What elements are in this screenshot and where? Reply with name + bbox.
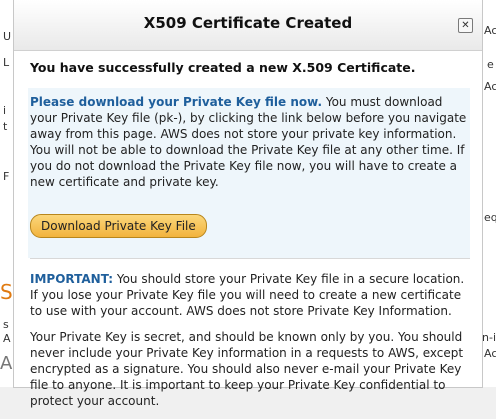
bg-text-fragment: eq [484,211,496,224]
bg-text-fragment: i [3,104,7,117]
success-message: You have successfully created a new X.50… [30,60,416,75]
dialog-title: X509 Certificate Created [143,14,353,32]
important-paragraph: IMPORTANT: You should store your Private… [30,271,470,319]
bg-text-fragment: t [3,120,8,133]
close-icon[interactable]: ✕ [458,18,473,33]
bg-text-fragment: n-i [482,331,496,344]
bg-heading-fragment: S [0,280,13,304]
bg-text-fragment: Ac [484,347,496,360]
download-text: You must download your Private Key file … [30,95,467,189]
download-paragraph: Please download your Private Key file no… [30,94,470,190]
bg-text-fragment: F [3,170,10,183]
bg-text-fragment: U [3,30,12,43]
bg-text-fragment: L [3,56,10,69]
bg-text-fragment: A [3,332,11,345]
secret-paragraph: Your Private Key is secret, and should b… [30,330,464,408]
dialog-content: You have successfully created a new X.50… [28,60,470,419]
download-heading: Please download your Private Key file no… [30,95,323,109]
bg-text-fragment: Acco [484,80,496,93]
bg-text-fragment: s [3,318,9,331]
bg-text-fragment: Acc [484,24,496,37]
download-section: Please download your Private Key file no… [28,88,470,258]
bg-heading-fragment: A [0,353,13,374]
dialog-header: X509 Certificate Created ✕ [14,0,482,51]
download-private-key-button[interactable]: Download Private Key File [30,214,207,238]
important-label: IMPORTANT: [30,272,114,286]
certificate-dialog: X509 Certificate Created ✕ You have succ… [14,0,482,408]
bg-text-fragment: e [487,58,494,71]
section-divider [30,258,470,259]
